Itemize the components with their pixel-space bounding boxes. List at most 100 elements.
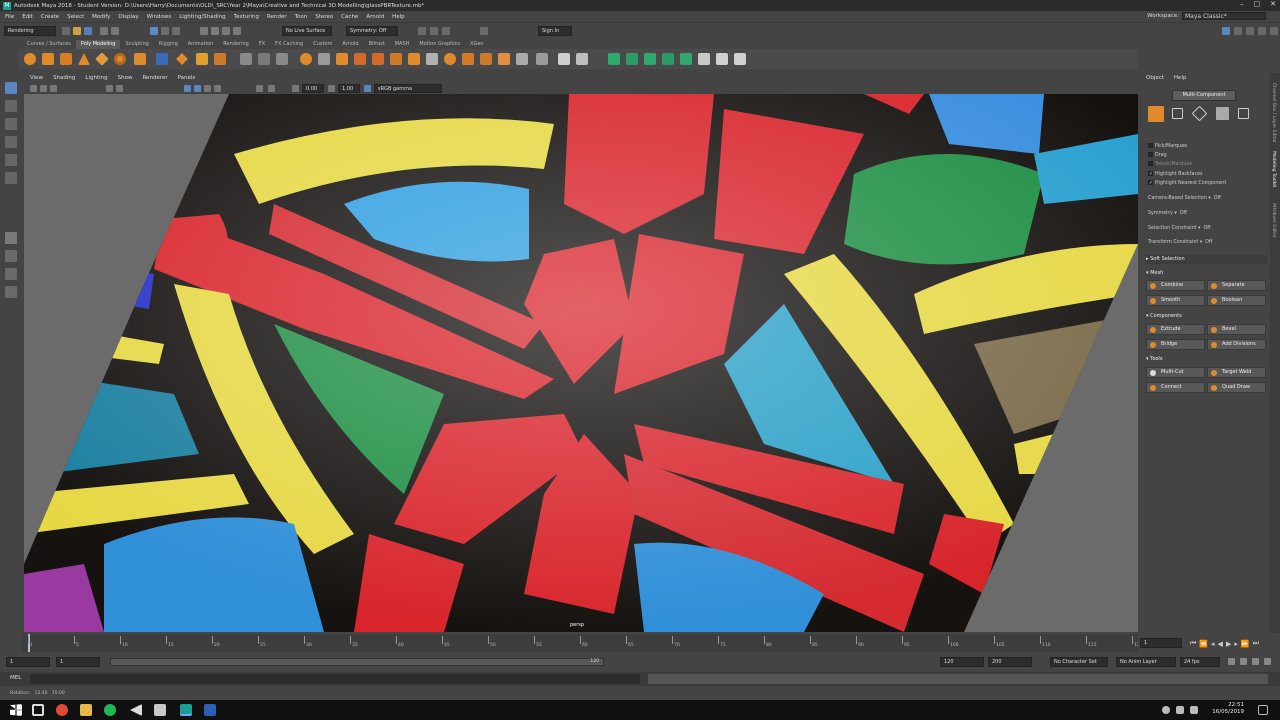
target-weld-button[interactable]: Target Weld: [1207, 367, 1266, 378]
redo-icon[interactable]: [111, 27, 119, 35]
select-camera-icon[interactable]: [30, 85, 37, 92]
render-settings-icon[interactable]: [442, 27, 450, 35]
menu-texturing[interactable]: Texturing: [234, 14, 259, 20]
ipr-render-icon[interactable]: [430, 27, 438, 35]
step-forward-key-icon[interactable]: ⏩: [1241, 640, 1250, 648]
render-current-frame-icon[interactable]: [418, 27, 426, 35]
sign-in-button[interactable]: Sign In: [538, 26, 572, 36]
grid-toggle-icon[interactable]: [106, 85, 113, 92]
poly-sphere-icon[interactable]: [24, 53, 36, 65]
sound-icon[interactable]: [1264, 658, 1271, 665]
poly-disc-icon[interactable]: [134, 53, 146, 65]
super-shape-icon[interactable]: [176, 53, 188, 65]
fill-hole-icon[interactable]: [480, 53, 492, 65]
edge-mode-icon[interactable]: [1191, 105, 1208, 122]
shelf-tab-custom[interactable]: Custom: [308, 40, 337, 49]
media-app-icon[interactable]: [130, 704, 142, 716]
textured-icon[interactable]: [204, 85, 211, 92]
animation-end-field[interactable]: 200: [988, 657, 1032, 667]
exposure-field[interactable]: 0.00: [302, 84, 324, 93]
layout-four-icon[interactable]: [1246, 27, 1254, 35]
play-backward-icon[interactable]: ◀: [1218, 640, 1223, 648]
multi-cut-icon[interactable]: [426, 53, 438, 65]
multi-component-button[interactable]: Multi-Component: [1172, 90, 1236, 101]
shelf-tab-rigging[interactable]: Rigging: [154, 40, 183, 49]
menu-lighting-shading[interactable]: Lighting/Shading: [179, 14, 225, 20]
rotate-tool-icon[interactable]: [5, 154, 17, 166]
append-icon[interactable]: [408, 53, 420, 65]
smooth-shade-icon[interactable]: [194, 85, 201, 92]
layout-uv-icon[interactable]: [698, 53, 710, 65]
task-view-icon[interactable]: [32, 704, 44, 716]
gamma-icon[interactable]: [328, 85, 335, 92]
lasso-tool-icon[interactable]: [5, 100, 17, 112]
select-tool-icon[interactable]: [5, 82, 17, 94]
snap-point-icon[interactable]: [222, 27, 230, 35]
bridge-button[interactable]: Bridge: [1146, 339, 1205, 350]
svg-icon[interactable]: [214, 53, 226, 65]
maximize-button[interactable]: □: [1254, 0, 1261, 8]
menu-arnold[interactable]: Arnold: [366, 14, 384, 20]
anim-layer-dropdown[interactable]: No Anim Layer: [1116, 657, 1176, 667]
layout-single-icon[interactable]: [1234, 27, 1242, 35]
shelf-tab-xgen[interactable]: XGen: [465, 40, 489, 49]
shelf-tab-fx[interactable]: FX: [254, 40, 270, 49]
current-frame-field[interactable]: 1: [1140, 638, 1182, 648]
sew-uv-icon[interactable]: [734, 53, 746, 65]
make-hole-icon[interactable]: [516, 53, 528, 65]
shelf-tab-arnold[interactable]: Arnold: [337, 40, 363, 49]
menu-cache[interactable]: Cache: [341, 14, 358, 20]
persp-graph-layout-icon[interactable]: [5, 286, 17, 298]
auto-key-icon[interactable]: [1228, 658, 1235, 665]
vertex-mode-icon[interactable]: [1172, 108, 1183, 119]
animation-start-field[interactable]: 1: [6, 657, 50, 667]
isolate-select-icon[interactable]: [256, 85, 263, 92]
go-to-end-icon[interactable]: ⏭: [1253, 639, 1259, 648]
xray-icon[interactable]: [268, 85, 275, 92]
camera-attributes-icon[interactable]: [40, 85, 47, 92]
new-scene-icon[interactable]: [62, 27, 70, 35]
tools-section-header[interactable]: ▾ Tools: [1146, 355, 1268, 364]
menu-select[interactable]: Select: [67, 14, 84, 20]
network-icon[interactable]: [1162, 706, 1170, 714]
shelf-tab-motion-graphics[interactable]: Motion Graphics: [414, 40, 465, 49]
workspace-dropdown[interactable]: Maya Classic*: [1182, 12, 1266, 20]
windows-start-icon[interactable]: [10, 704, 22, 716]
merge-icon[interactable]: [498, 53, 510, 65]
shelf-tab-curves-surfaces[interactable]: Curves / Surfaces: [22, 40, 76, 49]
boolean-icon[interactable]: [276, 53, 288, 65]
poly-plane-icon[interactable]: [95, 52, 109, 66]
menuset-dropdown[interactable]: Rendering: [4, 26, 56, 36]
extrude-button[interactable]: Extrude: [1146, 324, 1205, 335]
move-tool-icon[interactable]: [5, 136, 17, 148]
combine-button[interactable]: Combine: [1146, 280, 1205, 291]
word-icon[interactable]: [204, 704, 216, 716]
soft-selection-section[interactable]: ▸ Soft Selection: [1146, 255, 1268, 264]
menu-windows[interactable]: Windows: [147, 14, 172, 20]
boolean-button[interactable]: Boolean: [1207, 295, 1266, 306]
scale-tool-icon[interactable]: [5, 172, 17, 184]
select-hierarchy-icon[interactable]: [150, 27, 158, 35]
uv-editor-icon[interactable]: [608, 53, 620, 65]
tab-attribute-editor[interactable]: Attribute Editor: [1271, 203, 1276, 238]
bookmarks-icon[interactable]: [50, 85, 57, 92]
poly-cone-icon[interactable]: [78, 53, 90, 65]
bridge-icon[interactable]: [372, 53, 384, 65]
menu-help[interactable]: Help: [392, 14, 405, 20]
single-view-layout-icon[interactable]: [5, 232, 17, 244]
menu-display[interactable]: Display: [118, 14, 138, 20]
planar-map-icon[interactable]: [626, 53, 638, 65]
script-language-toggle[interactable]: MEL: [10, 675, 21, 681]
panel-menu-help[interactable]: Help: [1174, 75, 1187, 81]
uv-mode-icon[interactable]: [1238, 108, 1249, 119]
platonic-solid-icon[interactable]: [156, 53, 168, 65]
highlight-nearest-checkbox[interactable]: ✓ Highlight Nearest Component: [1148, 180, 1226, 186]
mirror-icon[interactable]: [336, 53, 348, 65]
chrome-icon[interactable]: [56, 704, 68, 716]
display-icon[interactable]: [1176, 706, 1184, 714]
command-input[interactable]: [30, 674, 640, 684]
object-mode-icon[interactable]: [1148, 106, 1164, 122]
live-surface-field[interactable]: No Live Surface: [282, 26, 332, 36]
shelf-tab-fx-caching[interactable]: FX Caching: [270, 40, 308, 49]
menu-file[interactable]: File: [5, 14, 14, 20]
